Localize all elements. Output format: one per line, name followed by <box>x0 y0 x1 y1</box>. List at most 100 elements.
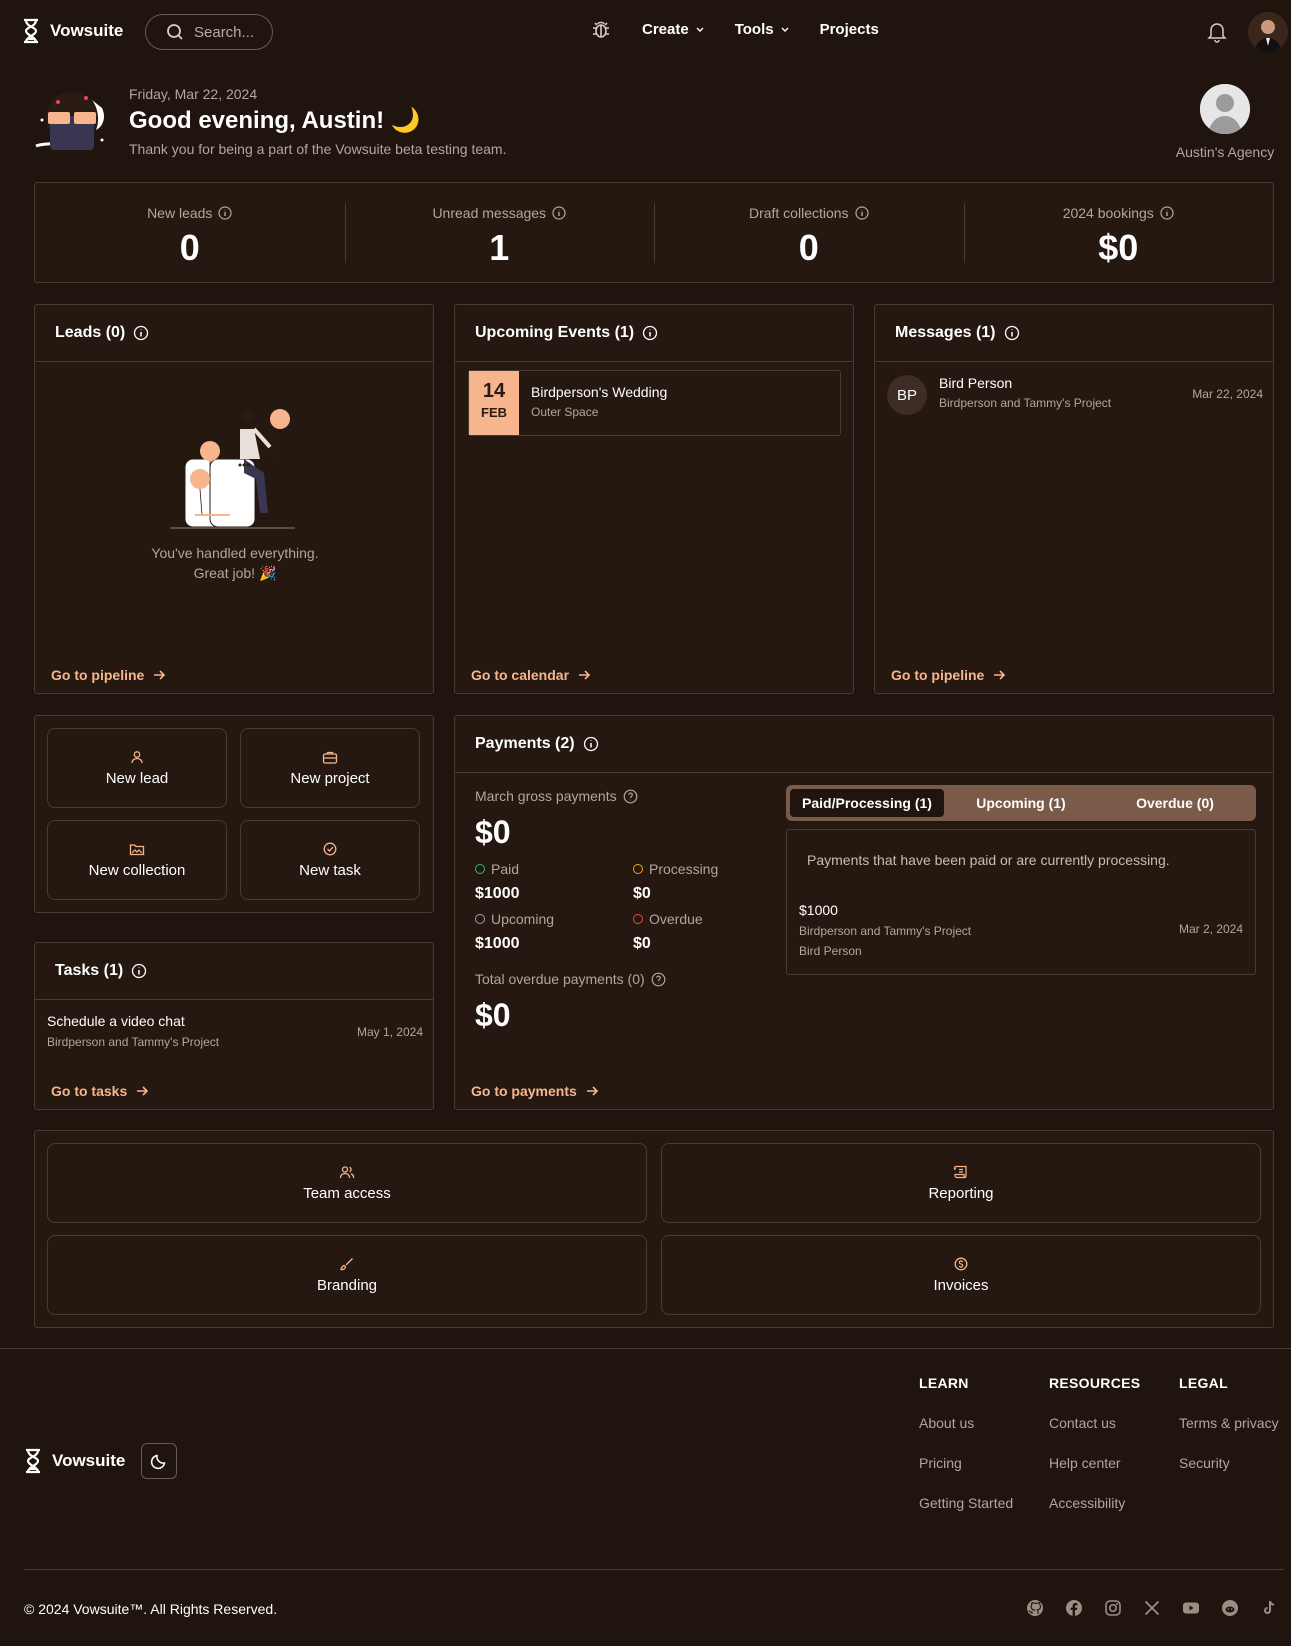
message-date: Mar 22, 2024 <box>1192 387 1263 401</box>
agency-profile[interactable]: Austin's Agency <box>1160 84 1290 160</box>
briefcase-icon <box>322 750 338 764</box>
reddit-icon[interactable] <box>1221 1599 1239 1617</box>
panel-description: Payments that have been paid or are curr… <box>807 852 1170 868</box>
event-item[interactable]: 14 FEB Birdperson's Wedding Outer Space <box>468 370 841 436</box>
projects-link-label: Projects <box>819 20 879 38</box>
branding-button[interactable]: Branding <box>47 1235 647 1315</box>
stat-label: Draft collections <box>748 205 849 221</box>
social-links <box>1026 1599 1278 1617</box>
stat-draft-collections: Draft collections 0 <box>654 183 964 282</box>
github-icon[interactable] <box>1026 1599 1044 1617</box>
avatar: BP <box>887 375 927 415</box>
help-icon[interactable] <box>623 789 638 804</box>
arrow-right-icon <box>135 1084 149 1098</box>
footer-resources-column: RESOURCES Contact us Help center Accessi… <box>1049 1375 1140 1511</box>
button-label: Invoices <box>933 1276 989 1294</box>
arrow-right-icon <box>152 668 166 682</box>
x-icon[interactable] <box>1143 1599 1161 1617</box>
chevron-down-icon <box>780 24 790 34</box>
brush-icon <box>339 1257 355 1271</box>
new-task-button[interactable]: New task <box>240 820 420 900</box>
tab-overdue[interactable]: Overdue (0) <box>1098 789 1252 817</box>
paid-stat: Paid $1000 <box>475 861 633 903</box>
stat-value: 0 <box>179 227 200 268</box>
greeting-title: Good evening, Austin! 🌙 <box>129 107 421 134</box>
footer-link-security[interactable]: Security <box>1179 1455 1279 1471</box>
image-folder-icon <box>129 842 145 856</box>
footer-link-about[interactable]: About us <box>919 1415 1013 1431</box>
footer-link-terms[interactable]: Terms & privacy <box>1179 1415 1279 1431</box>
footer-link-accessibility[interactable]: Accessibility <box>1049 1495 1140 1511</box>
search-input[interactable]: Search... <box>145 14 273 50</box>
team-access-button[interactable]: Team access <box>47 1143 647 1223</box>
new-collection-button[interactable]: New collection <box>47 820 227 900</box>
go-to-payments-link[interactable]: Go to payments <box>471 1083 599 1099</box>
footer-link-help-center[interactable]: Help center <box>1049 1455 1140 1471</box>
info-icon[interactable] <box>1004 325 1020 341</box>
tools-menu[interactable]: Tools <box>735 21 790 38</box>
payment-project: Birdperson and Tammy's Project <box>799 924 972 938</box>
bell-icon[interactable] <box>1207 21 1227 43</box>
users-icon <box>339 1165 355 1179</box>
stat-label: New leads <box>147 205 213 221</box>
footer-link-getting-started[interactable]: Getting Started <box>919 1495 1013 1511</box>
user-avatar[interactable] <box>1248 12 1288 52</box>
tab-upcoming[interactable]: Upcoming (1) <box>944 789 1098 817</box>
payment-tabs: Paid/Processing (1) Upcoming (1) Overdue… <box>786 785 1256 821</box>
tasks-title: Tasks (1) <box>55 962 124 979</box>
go-to-pipeline-link[interactable]: Go to pipeline <box>891 667 1006 683</box>
instagram-icon[interactable] <box>1104 1599 1122 1617</box>
info-icon[interactable] <box>583 736 599 752</box>
footer-link-contact[interactable]: Contact us <box>1049 1415 1140 1431</box>
go-to-tasks-link[interactable]: Go to tasks <box>51 1083 149 1099</box>
info-icon[interactable] <box>133 325 149 341</box>
gross-payments-value: $0 <box>475 814 511 850</box>
footer-brand-name[interactable]: Vowsuite <box>52 1451 125 1471</box>
create-menu-label: Create <box>642 20 689 38</box>
link-label: Go to payments <box>471 1083 577 1099</box>
help-icon[interactable] <box>651 972 666 987</box>
stats-summary: New leads 0 Unread messages 1 Draft coll… <box>34 182 1274 283</box>
tab-paid-processing[interactable]: Paid/Processing (1) <box>790 789 944 817</box>
bug-report-icon[interactable] <box>590 18 612 40</box>
event-title: Birdperson's Wedding <box>531 384 668 400</box>
new-lead-button[interactable]: New lead <box>47 728 227 808</box>
brand-logo[interactable]: Vowsuite <box>22 18 123 44</box>
overdue-status-dot <box>633 914 643 924</box>
theme-toggle-button[interactable] <box>141 1443 178 1479</box>
info-icon[interactable] <box>642 325 658 341</box>
info-icon[interactable] <box>218 206 233 220</box>
agency-name: Austin's Agency <box>1175 144 1275 160</box>
youtube-icon[interactable] <box>1182 1599 1200 1617</box>
search-icon <box>166 23 184 41</box>
upcoming-stat: Upcoming $1000 <box>475 911 633 953</box>
task-item[interactable]: Schedule a video chat Birdperson and Tam… <box>47 1013 423 1049</box>
new-project-button[interactable]: New project <box>240 728 420 808</box>
message-item[interactable]: BP Bird Person Birdperson and Tammy's Pr… <box>887 375 1263 415</box>
go-to-calendar-link[interactable]: Go to calendar <box>471 667 591 683</box>
info-icon[interactable] <box>854 206 869 220</box>
payment-client: Bird Person <box>799 944 862 958</box>
agency-avatar <box>1200 84 1250 134</box>
upcoming-label: Upcoming <box>491 911 555 927</box>
info-icon[interactable] <box>1160 206 1174 220</box>
create-menu[interactable]: Create <box>642 21 705 38</box>
reporting-button[interactable]: Reporting <box>661 1143 1261 1223</box>
event-date-badge: 14 FEB <box>469 371 519 435</box>
footer-link-pricing[interactable]: Pricing <box>919 1455 1013 1471</box>
tiktok-icon[interactable] <box>1260 1599 1278 1617</box>
payment-item[interactable]: $1000 Birdperson and Tammy's Project Bir… <box>799 902 1243 958</box>
payment-tab-panel: Payments that have been paid or are curr… <box>786 829 1256 975</box>
payment-date: Mar 2, 2024 <box>1178 922 1243 936</box>
info-icon[interactable] <box>131 963 147 979</box>
top-nav: Vowsuite Search... Create Tools Projects <box>0 0 1291 64</box>
footer-heading: LEARN <box>919 1375 969 1391</box>
facebook-icon[interactable] <box>1065 1599 1083 1617</box>
info-icon[interactable] <box>552 206 566 220</box>
go-to-pipeline-link[interactable]: Go to pipeline <box>51 667 166 683</box>
greeting-date: Friday, Mar 22, 2024 <box>129 86 258 102</box>
projects-link[interactable]: Projects <box>820 21 879 38</box>
paid-status-dot <box>475 864 485 874</box>
invoices-button[interactable]: Invoices <box>661 1235 1261 1315</box>
message-sender: Bird Person <box>939 375 1013 391</box>
